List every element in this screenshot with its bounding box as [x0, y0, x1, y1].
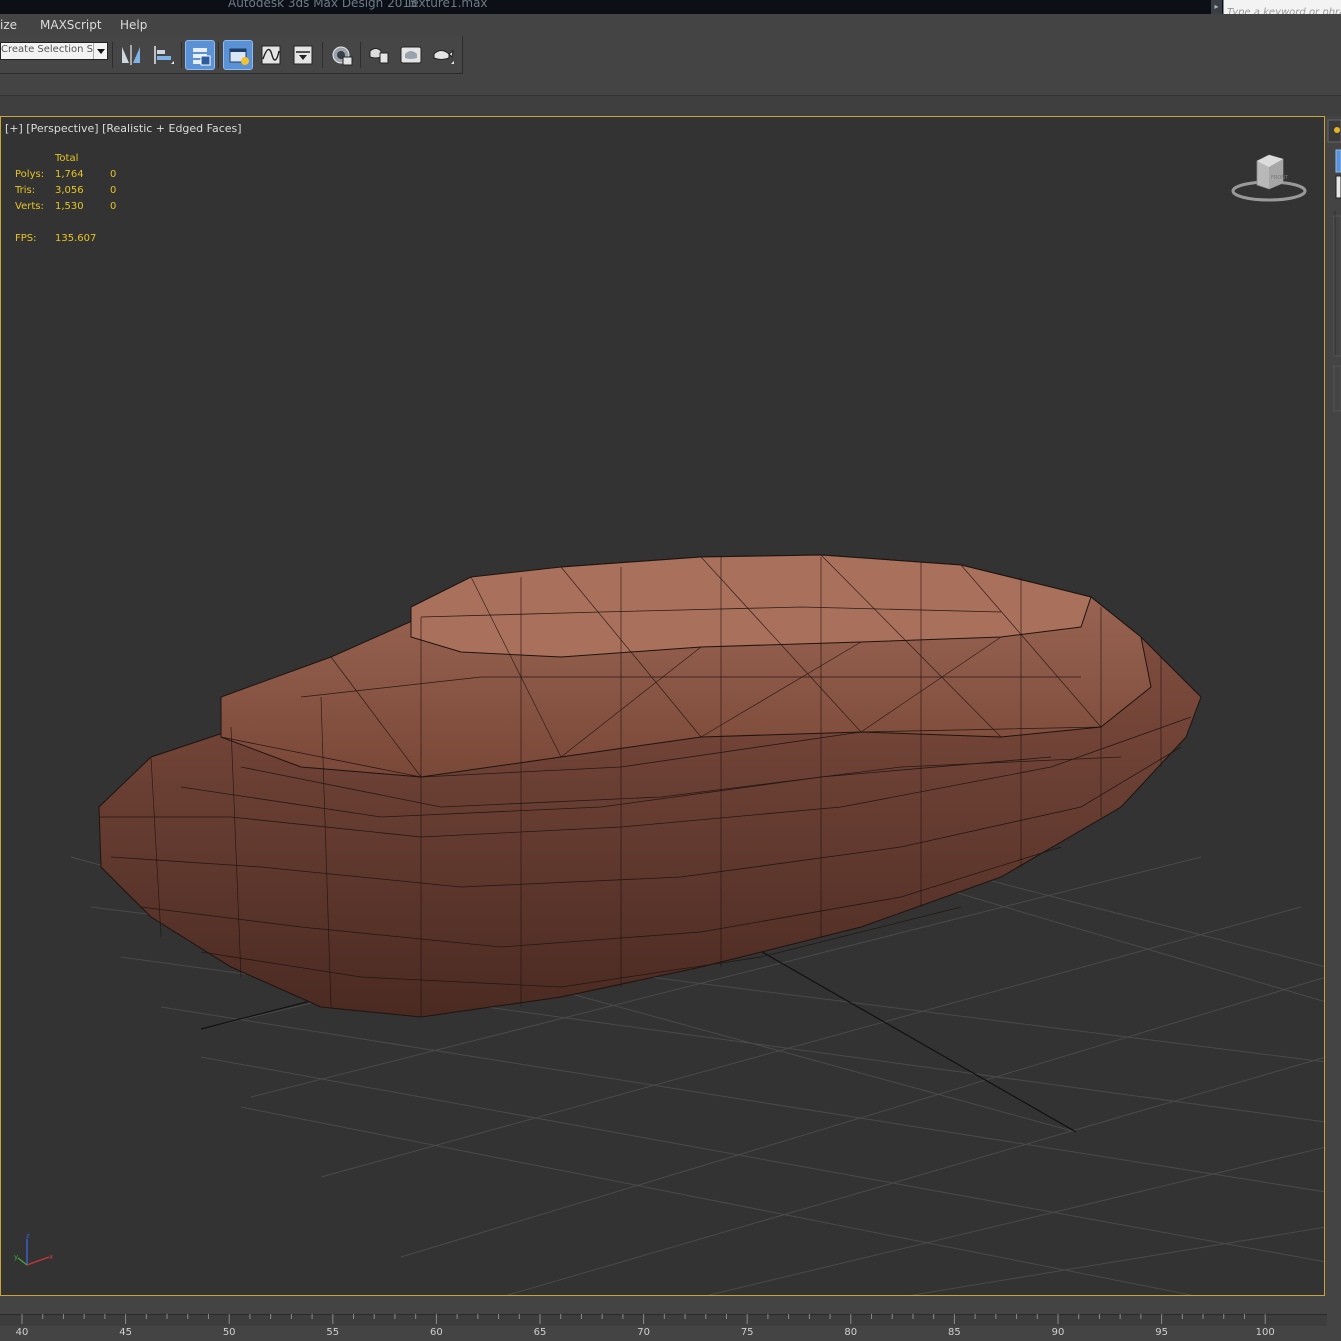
viewcube-icon[interactable]: FRONT: [1229, 153, 1309, 207]
ruler-tick-label: 55: [326, 1327, 340, 1338]
render-production-button[interactable]: [428, 40, 458, 70]
axis-y-label: y: [14, 1253, 18, 1261]
axis-tripod-icon: z x y: [14, 1232, 53, 1266]
app-title: Autodesk 3ds Max Design 2015: [228, 0, 418, 10]
toolbar-divider: [322, 42, 323, 68]
toolbar-divider: [181, 42, 182, 68]
ruler-tick-label: 50: [222, 1327, 236, 1338]
layer-manager-icon: [193, 48, 211, 66]
ruler-tick-label: 60: [430, 1327, 443, 1338]
command-panel: [1325, 116, 1341, 1316]
mirror-button[interactable]: [116, 40, 146, 70]
menu-item-customize[interactable]: ize: [0, 18, 17, 32]
axis-z-label: z: [26, 1232, 30, 1240]
chevron-down-icon[interactable]: [93, 43, 107, 59]
scene-canvas[interactable]: [1, 117, 1325, 1296]
menu-bar: ize MAXScript Help: [0, 14, 1341, 36]
schematic-view-icon: [293, 45, 313, 65]
polys-label: Polys:: [15, 169, 45, 180]
polys-total: 1,764: [55, 169, 84, 180]
ruler-tick-label: 80: [844, 1327, 858, 1338]
material-editor-icon: [332, 46, 353, 66]
fps-value: 135.607: [55, 233, 97, 244]
rendered-frame-icon: [400, 46, 422, 64]
ruler-tick-label: 65: [533, 1327, 547, 1338]
tris-label: Tris:: [15, 185, 36, 196]
curve-editor-button[interactable]: [256, 40, 286, 70]
viewcube-face-label: FRONT: [1271, 175, 1289, 181]
ribbon-strip-lower: [0, 96, 1341, 116]
ruler-tick-label: 40: [15, 1327, 29, 1338]
menu-item-maxscript[interactable]: MAXScript: [40, 18, 102, 32]
ruler-tick-label: 90: [1051, 1327, 1065, 1338]
ruler-tick-label: 70: [637, 1327, 650, 1338]
create-icon: [1334, 127, 1340, 133]
tris-total: 3,056: [55, 185, 84, 196]
verts-selected: 0: [110, 201, 117, 212]
toolbar-divider: [360, 42, 361, 68]
align-icon: [154, 46, 174, 64]
selection-set-dropdown[interactable]: Create Selection Se: [0, 42, 108, 60]
search-expand-icon[interactable]: ▸: [1211, 0, 1222, 14]
app-window: Autodesk 3ds Max Design 2015 Texture1.ma…: [0, 0, 1341, 1341]
stats-header: Total: [55, 153, 79, 164]
verts-total: 1,530: [55, 201, 84, 212]
tris-selected: 0: [110, 185, 117, 196]
mirror-icon: [122, 45, 140, 65]
title-bar: Autodesk 3ds Max Design 2015 Texture1.ma…: [0, 0, 1341, 14]
render-setup-button[interactable]: [364, 40, 394, 70]
polys-selected: 0: [110, 169, 117, 180]
search-input[interactable]: [1224, 5, 1341, 14]
menu-item-help[interactable]: Help: [120, 18, 147, 32]
ribbon-strip: [0, 74, 1341, 96]
scene-explorer-button[interactable]: [223, 40, 253, 70]
scene-explorer-icon: [229, 48, 249, 65]
toolbar-row: Create Selection Se: [0, 36, 1341, 74]
ruler-tick-label: 95: [1155, 1327, 1168, 1338]
ruler-tick-label: 85: [948, 1327, 961, 1338]
curve-editor-icon: [261, 45, 281, 65]
selection-set-value: Create Selection Se: [1, 44, 93, 55]
ruler-ticks: [21, 1314, 1266, 1324]
render-production-icon: [433, 49, 454, 64]
rendered-frame-button[interactable]: [396, 40, 426, 70]
viewport-label[interactable]: [+] [Perspective] [Realistic + Edged Fac…: [5, 122, 242, 135]
align-button[interactable]: [148, 40, 178, 70]
ruler-tick-label: 100: [1255, 1327, 1275, 1338]
ruler-tick-label: 45: [119, 1327, 132, 1338]
main-toolbar: Create Selection Se: [0, 36, 463, 74]
material-editor-button[interactable]: [327, 40, 357, 70]
fps-label: FPS:: [15, 233, 37, 244]
perspective-viewport[interactable]: [+] [Perspective] [Realistic + Edged Fac…: [0, 116, 1325, 1296]
schematic-view-button[interactable]: [288, 40, 318, 70]
ruler-tick-label: 75: [740, 1327, 754, 1338]
render-setup-icon: [369, 48, 389, 64]
file-title: Texture1.max: [406, 0, 488, 10]
timeline-ruler[interactable]: 40 45 50 55 60 65 70 75 80 85 90 95 100: [0, 1296, 1341, 1341]
toolbar-divider: [218, 42, 219, 68]
search-box[interactable]: [1223, 0, 1341, 14]
command-panel-strip: [1327, 119, 1341, 412]
axis-x-label: x: [49, 1253, 53, 1261]
verts-label: Verts:: [15, 201, 44, 212]
layer-manager-button[interactable]: [185, 40, 215, 70]
toolbar-divider: [112, 42, 113, 68]
rock-mesh[interactable]: [98, 554, 1202, 1018]
